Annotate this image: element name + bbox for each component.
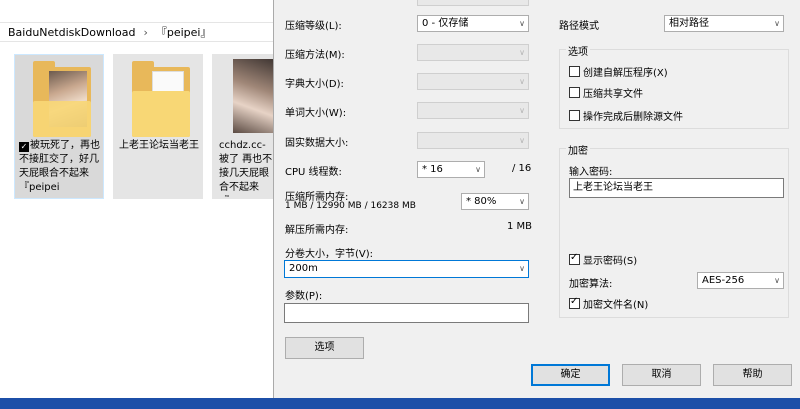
- volume-size-combo[interactable]: 200m ∨: [284, 260, 529, 278]
- path-mode-value: 相对路径: [669, 18, 709, 29]
- file-item-3[interactable]: cchdz.cc-被了 再也不接几天屁眼合不起来『pe: [212, 54, 277, 199]
- folder-icon: [132, 61, 190, 137]
- checkbox-checked-icon: [569, 296, 580, 309]
- explorer-toolbar-strip: [0, 0, 273, 8]
- create-sfx-label: 创建自解压程序(X): [583, 68, 668, 79]
- volume-size-label: 分卷大小，字节(V):: [285, 249, 374, 260]
- chevron-down-icon: ∨: [774, 276, 780, 285]
- compression-level-combo[interactable]: 0 - 仅存储 ∨: [417, 15, 529, 32]
- encrypt-filenames-label: 加密文件名(N): [583, 300, 649, 311]
- chevron-down-icon: ∨: [475, 165, 481, 174]
- options-group-title: 选项: [566, 43, 590, 58]
- dictionary-size-label: 字典大小(D):: [285, 79, 344, 90]
- file-item-2[interactable]: 上老王论坛当老王: [113, 54, 203, 199]
- chevron-down-icon: ∨: [519, 106, 525, 115]
- encryption-group-title: 加密: [566, 142, 590, 157]
- options-button[interactable]: 选项: [285, 337, 364, 359]
- compress-shared-checkbox[interactable]: 压缩共享文件: [569, 85, 643, 100]
- path-mode-label: 路径模式: [559, 21, 599, 32]
- params-input[interactable]: [284, 303, 529, 323]
- path-mode-combo[interactable]: 相对路径 ∨: [664, 15, 784, 32]
- memory-percent-combo[interactable]: * 80% ∨: [461, 193, 529, 210]
- chevron-down-icon: ∨: [519, 19, 525, 28]
- cpu-threads-combo[interactable]: * 16 ∨: [417, 161, 485, 178]
- word-size-combo[interactable]: ∨: [417, 102, 529, 119]
- chevron-down-icon: ∨: [519, 48, 525, 57]
- cpu-threads-label: CPU 线程数:: [285, 167, 342, 178]
- show-password-checkbox[interactable]: 显示密码(S): [569, 252, 637, 267]
- checkbox-icon: [569, 66, 580, 77]
- file-item-label: cchdz.cc-被了 再也不接几天屁眼合不起来『pe: [219, 140, 273, 197]
- memory-percent-value: * 80%: [466, 196, 497, 207]
- solid-block-size-combo[interactable]: ∨: [417, 132, 529, 149]
- archive-dialog: 压缩等级(L): 0 - 仅存储 ∨ 压缩方法(M): ∨ 字典大小(D): ∨…: [273, 0, 800, 398]
- delete-after-label: 操作完成后删除源文件: [583, 112, 683, 123]
- chevron-down-icon: ∨: [774, 19, 780, 28]
- chevron-down-icon: ∨: [519, 77, 525, 86]
- checkbox-checked-icon: [569, 252, 580, 265]
- image-thumbnail: [233, 59, 277, 133]
- memory-decompress-label: 解压所需内存:: [285, 225, 349, 236]
- file-item-label: 上老王论坛当老王: [119, 140, 199, 151]
- chevron-down-icon: ∨: [519, 136, 525, 145]
- folder-icon: [33, 61, 91, 137]
- delete-after-checkbox[interactable]: 操作完成后删除源文件: [569, 108, 683, 123]
- ok-button[interactable]: 确定: [531, 364, 610, 386]
- solid-block-size-label: 固实数据大小:: [285, 138, 349, 149]
- encryption-method-combo[interactable]: AES-256 ∨: [697, 272, 784, 289]
- compress-shared-label: 压缩共享文件: [583, 89, 643, 100]
- help-button[interactable]: 帮助: [713, 364, 792, 386]
- password-label: 输入密码:: [569, 167, 613, 178]
- selection-checkbox-icon[interactable]: ✓: [19, 142, 29, 152]
- checkbox-icon: [569, 110, 580, 121]
- breadcrumb[interactable]: BaiduNetdiskDownload › 『peipei』: [0, 22, 273, 42]
- breadcrumb-item-root[interactable]: BaiduNetdiskDownload: [8, 26, 135, 39]
- archive-format-combo[interactable]: [417, 0, 529, 6]
- word-size-label: 单词大小(W):: [285, 108, 347, 119]
- compression-level-label: 压缩等级(L):: [285, 21, 342, 32]
- chevron-down-icon: ∨: [519, 264, 525, 273]
- encryption-method-label: 加密算法:: [569, 279, 613, 290]
- file-item-1[interactable]: ✓ 被玩死了，再也不接肛交了，好几天屁眼合不起来『peipei: [14, 54, 104, 199]
- encryption-method-value: AES-256: [702, 275, 745, 286]
- cancel-button[interactable]: 取消: [622, 364, 701, 386]
- volume-size-value: 200m: [289, 263, 318, 274]
- cpu-threads-total: / 16: [512, 163, 532, 174]
- taskbar: [0, 398, 800, 409]
- breadcrumb-item-current[interactable]: 『peipei』: [156, 24, 212, 40]
- compression-level-value: 0 - 仅存储: [422, 18, 469, 29]
- show-password-label: 显示密码(S): [583, 256, 638, 267]
- checkbox-icon: [569, 87, 580, 98]
- file-item-label: ✓ 被玩死了，再也不接肛交了，好几天屁眼合不起来『peipei: [19, 140, 100, 193]
- params-label: 参数(P):: [285, 291, 323, 302]
- memory-decompress-value: 1 MB: [507, 221, 533, 232]
- create-sfx-checkbox[interactable]: 创建自解压程序(X): [569, 64, 668, 79]
- breadcrumb-separator: ›: [143, 25, 148, 39]
- chevron-down-icon: ∨: [519, 197, 525, 206]
- memory-compress-detail: 1 MB / 12990 MB / 16238 MB: [285, 201, 416, 211]
- password-input[interactable]: 上老王论坛当老王: [569, 178, 784, 198]
- compression-method-label: 压缩方法(M):: [285, 50, 345, 61]
- cpu-threads-value: * 16: [422, 164, 443, 175]
- dictionary-size-combo[interactable]: ∨: [417, 73, 529, 90]
- encrypt-filenames-checkbox[interactable]: 加密文件名(N): [569, 296, 648, 311]
- compression-method-combo[interactable]: ∨: [417, 44, 529, 61]
